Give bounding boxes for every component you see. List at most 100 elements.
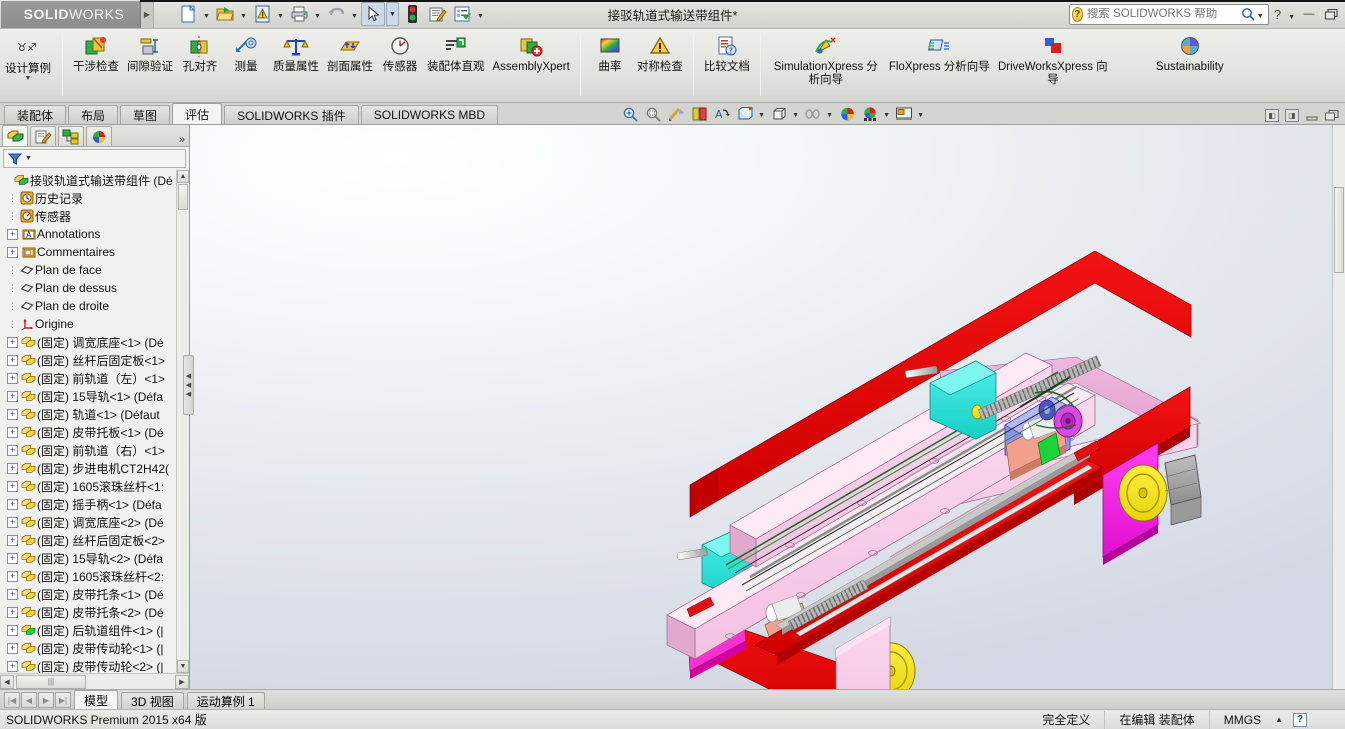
- expand-toggle[interactable]: +: [7, 642, 18, 654]
- restore-window-button[interactable]: [1321, 5, 1341, 23]
- minimize-document-button[interactable]: [1305, 109, 1319, 122]
- sensor-button[interactable]: 传感器: [377, 31, 423, 76]
- expand-toggle[interactable]: +: [7, 354, 18, 366]
- options-edit-icon[interactable]: [425, 2, 449, 26]
- edit-appearance-dropdown-icon[interactable]: ▼: [826, 112, 834, 123]
- feature-tree-item[interactable]: + (固定) 皮带托板<1> (Dé: [0, 423, 189, 441]
- expand-toggle[interactable]: +: [7, 660, 18, 672]
- save-document-dropdown-icon[interactable]: ▼: [275, 3, 286, 25]
- scroll-thumb[interactable]: [178, 184, 188, 210]
- hole-alignment-button[interactable]: 孔对齐: [177, 31, 223, 76]
- feature-manager-tab[interactable]: [2, 125, 28, 146]
- design-study-dropdown-icon[interactable]: ▼: [25, 75, 32, 82]
- filter-dropdown-icon[interactable]: ▼: [25, 155, 32, 162]
- feature-tree-item[interactable]: + (固定) 1605滚珠丝杆<1:: [0, 477, 189, 495]
- feature-tree-item[interactable]: + (固定) 摇手柄<1> (Défa: [0, 495, 189, 513]
- options-list-icon[interactable]: [450, 2, 474, 26]
- help-icon[interactable]: ?: [1271, 7, 1284, 22]
- minimize-window-button[interactable]: —: [1299, 5, 1319, 23]
- menu-expand-arrow[interactable]: ▶: [141, 0, 154, 28]
- zoom-to-area-icon[interactable]: [643, 104, 663, 123]
- driveworksxpress-button[interactable]: DriveWorksXpress 向导: [994, 31, 1112, 88]
- compare-documents-button[interactable]: ? 比较文档: [700, 31, 754, 76]
- clearance-verification-button[interactable]: 间隙验证: [123, 31, 177, 76]
- view-settings-icon[interactable]: [860, 104, 880, 123]
- undo-dropdown-icon[interactable]: ▼: [349, 3, 360, 25]
- section-view-icon[interactable]: [689, 104, 709, 123]
- feature-tree-item[interactable]: + (固定) 后轨道组件<1> (|: [0, 621, 189, 639]
- last-tab-button[interactable]: ▶|: [55, 692, 71, 708]
- feature-tree-horizontal-scrollbar[interactable]: ◀ ||| ▶: [0, 673, 189, 689]
- units-dropdown-icon[interactable]: ▲: [1275, 715, 1293, 724]
- feature-tree-root-item[interactable]: 接驳轨道式输送带组件 (Dé: [0, 171, 189, 189]
- collapse-right-pane-button[interactable]: ◨: [1285, 109, 1299, 122]
- new-document-icon[interactable]: [176, 2, 200, 26]
- expand-toggle[interactable]: +: [7, 570, 18, 582]
- property-manager-tab[interactable]: [30, 126, 56, 146]
- curvature-button[interactable]: 曲率: [587, 31, 633, 76]
- expand-toggle[interactable]: +: [7, 498, 18, 510]
- hide-show-items-icon[interactable]: [769, 104, 789, 123]
- assembly-visualization-button[interactable]: 装配体直观: [423, 31, 489, 76]
- zoom-to-fit-icon[interactable]: [620, 104, 640, 123]
- scroll-track[interactable]: [177, 211, 189, 660]
- tab-sketch[interactable]: 草图: [120, 105, 171, 124]
- graphics-vertical-scrollbar[interactable]: [1332, 125, 1345, 689]
- help-search-dropdown-icon[interactable]: ▼: [1255, 13, 1266, 24]
- feature-tree-item[interactable]: ⋮ 传感器: [0, 207, 189, 225]
- expand-toggle[interactable]: +: [7, 552, 18, 564]
- feature-tree-item[interactable]: + (固定) 15导轨<2> (Défa: [0, 549, 189, 567]
- section-properties-button[interactable]: 剖面属性: [323, 31, 377, 76]
- expand-toggle[interactable]: +: [7, 534, 18, 546]
- edit-appearance-icon[interactable]: [803, 104, 823, 123]
- first-tab-button[interactable]: |◀: [4, 692, 20, 708]
- display-manager-tab[interactable]: [86, 126, 112, 146]
- next-tab-button[interactable]: ▶: [38, 692, 54, 708]
- apply-scene-icon[interactable]: [837, 104, 857, 123]
- units-label[interactable]: MMGS: [1208, 710, 1275, 729]
- hscroll-left-button[interactable]: ◀: [0, 674, 14, 689]
- expand-toggle[interactable]: +: [7, 588, 18, 600]
- bottom-tab-3dviews[interactable]: 3D 视图: [121, 692, 184, 709]
- feature-tree-item[interactable]: + (固定) 轨道<1> (Défaut: [0, 405, 189, 423]
- expand-toggle[interactable]: +: [7, 246, 18, 258]
- mass-properties-button[interactable]: 质量属性: [269, 31, 323, 76]
- expand-toggle[interactable]: +: [7, 426, 18, 438]
- tab-evaluate[interactable]: 评估: [172, 103, 223, 124]
- graphics-area[interactable]: Z Y X: [190, 125, 1345, 689]
- expand-toggle[interactable]: +: [7, 228, 18, 240]
- feature-tree-item[interactable]: + Commentaires: [0, 243, 189, 261]
- assembly-xpert-button[interactable]: AssemblyXpert: [489, 31, 574, 76]
- select-dropdown-icon[interactable]: ▼: [386, 2, 399, 26]
- conveyor-belt-assembly-3d-model[interactable]: [190, 125, 1345, 689]
- expand-toggle[interactable]: +: [7, 390, 18, 402]
- tab-solidworks-mbd[interactable]: SOLIDWORKS MBD: [360, 105, 499, 124]
- view-orientation-icon[interactable]: A: [712, 104, 732, 123]
- previous-view-icon[interactable]: [666, 104, 686, 123]
- feature-tree-vertical-scrollbar[interactable]: ▲ ▼: [176, 170, 189, 673]
- print-document-icon[interactable]: [287, 2, 311, 26]
- feature-tree-item[interactable]: + (固定) 丝杆后固定板<2>: [0, 531, 189, 549]
- help-search-box[interactable]: ? ▼: [1068, 3, 1269, 25]
- feature-tree-item[interactable]: + (固定) 调宽底座<2> (Dé: [0, 513, 189, 531]
- floxpress-button[interactable]: FloXpress 分析向导: [885, 31, 994, 76]
- expand-toggle[interactable]: +: [7, 462, 18, 474]
- scroll-down-button[interactable]: ▼: [177, 660, 189, 673]
- feature-tree-filter[interactable]: ▼: [3, 149, 186, 168]
- select-cursor-icon[interactable]: [361, 2, 385, 26]
- bottom-tab-motion-study[interactable]: 运动算例 1: [186, 692, 265, 709]
- open-document-icon[interactable]: [213, 2, 237, 26]
- feature-tree-item[interactable]: + (固定) 前轨道（左）<1>: [0, 369, 189, 387]
- expand-toggle[interactable]: +: [7, 606, 18, 618]
- expand-toggle[interactable]: +: [7, 516, 18, 528]
- expand-toggle[interactable]: +: [7, 336, 18, 348]
- design-study-button[interactable]: ♉♐ 设计算例 ▼: [0, 31, 56, 84]
- hscroll-thumb[interactable]: |||: [16, 674, 86, 689]
- feature-tree-item[interactable]: + (固定) 皮带托条<2> (Dé: [0, 603, 189, 621]
- search-icon[interactable]: [1241, 6, 1255, 22]
- feature-tree-item[interactable]: + (固定) 15导轨<1> (Défa: [0, 387, 189, 405]
- help-search-input[interactable]: [1082, 8, 1241, 20]
- rebuild-traffic-icon[interactable]: [400, 2, 424, 26]
- viewport-icon[interactable]: [894, 104, 914, 123]
- simulationxpress-button[interactable]: SimulationXpress 分析向导: [767, 31, 885, 88]
